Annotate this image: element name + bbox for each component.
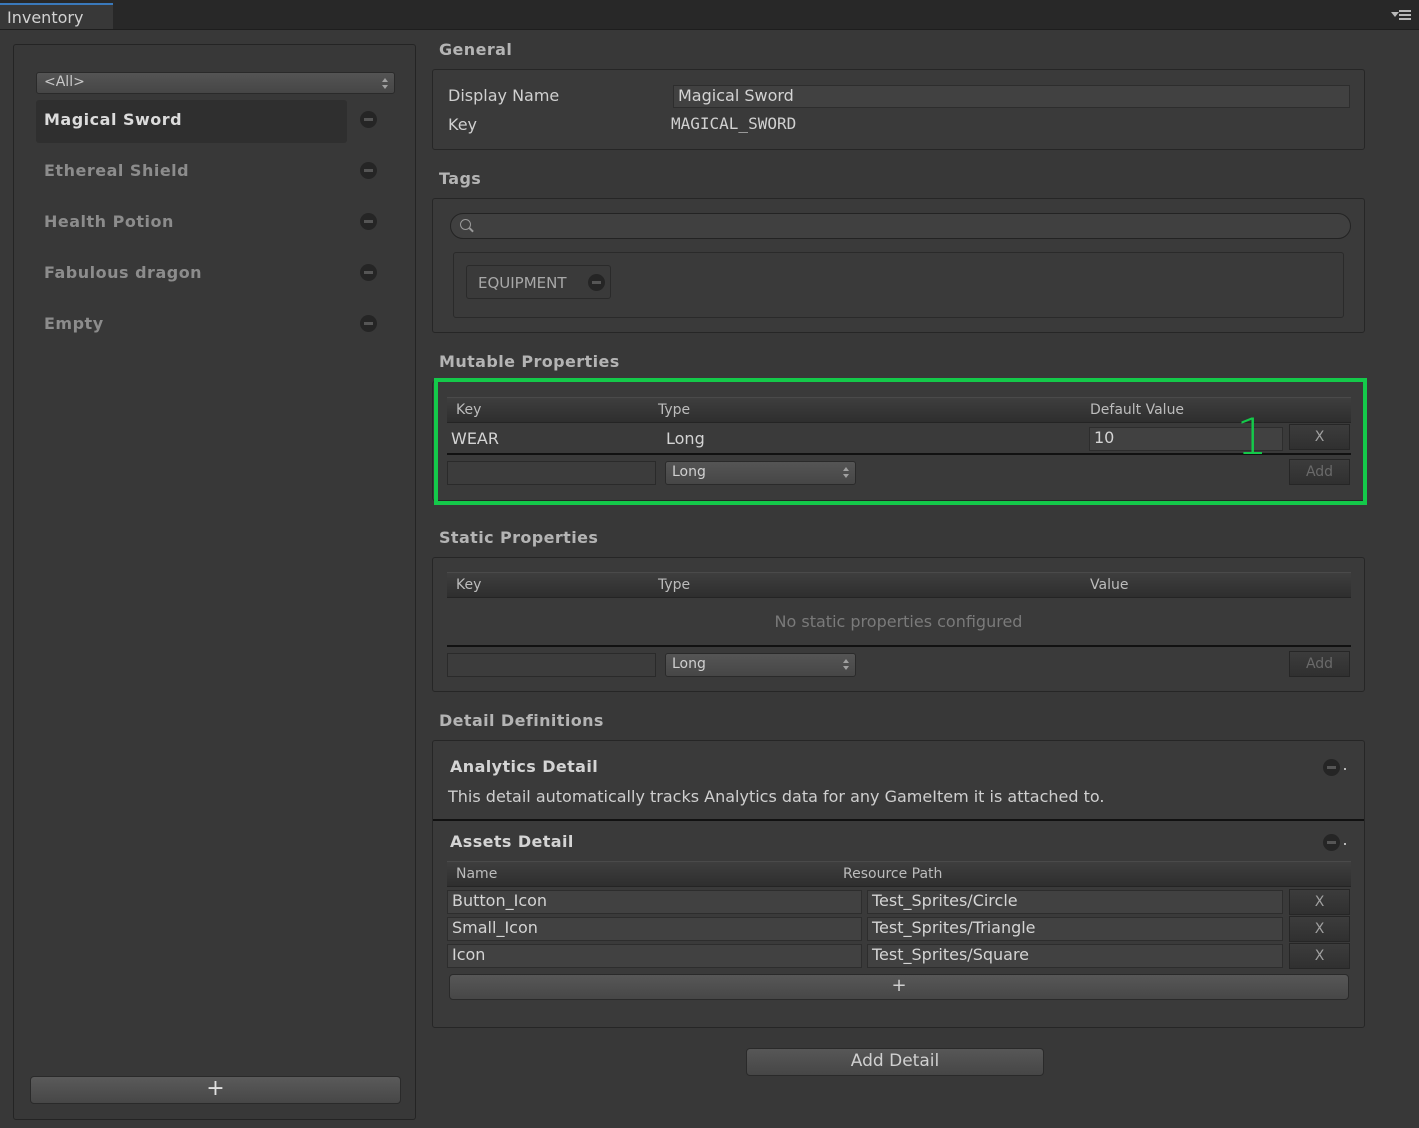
display-name-label: Display Name: [448, 86, 560, 105]
column-header-value: Value: [1090, 577, 1129, 593]
static-table-header: Key Type Value: [447, 572, 1351, 598]
assets-table-header: Name Resource Path: [447, 861, 1351, 887]
mutable-table-header: Key Type Default Value: [447, 397, 1351, 423]
list-item-label: Ethereal Shield: [44, 161, 190, 180]
details-section-title: Detail Definitions: [439, 711, 604, 730]
item-list-panel: <All> Magical Sword Ethereal Shield Heal…: [13, 44, 416, 1120]
new-property-key-input[interactable]: [447, 461, 656, 485]
add-mutable-property-button[interactable]: Add: [1289, 459, 1350, 485]
details-panel: Analytics Detail This detail automatical…: [432, 740, 1365, 1028]
mutable-panel: Key Type Default Value WEAR Long 10 X Lo…: [432, 381, 1365, 501]
remove-item-icon[interactable]: [360, 315, 377, 332]
asset-name-field[interactable]: Small_Icon: [447, 917, 862, 941]
static-panel: Key Type Value No static properties conf…: [432, 557, 1365, 692]
add-detail-button[interactable]: Add Detail: [746, 1048, 1044, 1076]
asset-name-field[interactable]: Button_Icon: [447, 890, 862, 914]
tag-search-input[interactable]: [450, 213, 1351, 239]
tag-chip-label: EQUIPMENT: [478, 274, 567, 292]
tags-panel: EQUIPMENT: [432, 198, 1365, 333]
column-header-name: Name: [456, 866, 498, 882]
tab-inventory[interactable]: Inventory: [0, 3, 113, 29]
mutable-row-key: WEAR: [451, 429, 499, 448]
window-titlebar: Inventory: [0, 0, 1419, 30]
list-item[interactable]: Fabulous dragon: [36, 253, 347, 296]
remove-item-icon[interactable]: [360, 264, 377, 281]
analytics-detail-description: This detail automatically tracks Analyti…: [448, 787, 1105, 806]
key-label: Key: [448, 115, 478, 134]
asset-path-field[interactable]: Test_Sprites/Circle: [867, 890, 1283, 914]
remove-tag-icon[interactable]: [588, 274, 605, 291]
remove-item-icon[interactable]: [360, 162, 377, 179]
hamburger-icon: [1399, 10, 1411, 20]
add-static-property-button[interactable]: Add: [1289, 651, 1350, 677]
updown-arrows-icon: [843, 467, 849, 478]
updown-arrows-icon: [843, 659, 849, 670]
dropdown-triangle-icon: [1391, 12, 1399, 17]
remove-asset-button[interactable]: X: [1289, 916, 1350, 942]
remove-item-icon[interactable]: [360, 213, 377, 230]
list-item-label: Empty: [44, 314, 104, 333]
column-header-type: Type: [658, 402, 691, 418]
add-item-button[interactable]: +: [30, 1076, 401, 1104]
new-property-type-dropdown[interactable]: Long: [665, 461, 856, 485]
tags-section-title: Tags: [439, 169, 482, 188]
remove-item-icon[interactable]: [360, 111, 377, 128]
tag-chip: EQUIPMENT: [466, 265, 611, 299]
mutable-section-title: Mutable Properties: [439, 352, 620, 371]
list-item[interactable]: Empty: [36, 304, 347, 347]
divider: [447, 645, 1351, 647]
column-header-key: Key: [456, 402, 482, 418]
general-panel: Display Name Magical Sword Key MAGICAL_S…: [432, 69, 1365, 150]
column-header-type: Type: [658, 577, 691, 593]
general-section-title: General: [439, 40, 513, 59]
remove-assets-detail-icon[interactable]: [1323, 834, 1340, 851]
dot-icon: [1344, 843, 1346, 845]
column-header-resource-path: Resource Path: [843, 866, 943, 882]
analytics-detail-title: Analytics Detail: [450, 757, 599, 776]
remove-property-button[interactable]: X: [1289, 424, 1350, 450]
asset-name-field[interactable]: Icon: [447, 944, 862, 968]
annotation-number: 1: [1236, 408, 1268, 466]
assets-detail-title: Assets Detail: [450, 832, 574, 851]
mutable-row-type: Long: [666, 429, 705, 448]
asset-path-field[interactable]: Test_Sprites/Square: [867, 944, 1283, 968]
divider: [433, 819, 1364, 821]
search-icon: [460, 219, 471, 230]
static-section-title: Static Properties: [439, 528, 599, 547]
list-item[interactable]: Health Potion: [36, 202, 347, 245]
new-static-key-input[interactable]: [447, 653, 656, 677]
remove-analytics-detail-icon[interactable]: [1323, 759, 1340, 776]
new-static-type-dropdown[interactable]: Long: [665, 653, 856, 677]
list-item-label: Health Potion: [44, 212, 174, 231]
new-static-type-value: Long: [672, 656, 706, 672]
column-header-default-value: Default Value: [1090, 402, 1185, 418]
add-asset-button[interactable]: +: [449, 974, 1349, 1000]
divider: [447, 453, 1351, 455]
list-item[interactable]: Ethereal Shield: [36, 151, 347, 194]
static-empty-message: No static properties configured: [774, 612, 1023, 631]
list-item-label: Magical Sword: [44, 110, 183, 129]
window-menu-icon[interactable]: [1391, 8, 1413, 22]
tag-filter-dropdown[interactable]: <All>: [36, 72, 395, 94]
remove-asset-button[interactable]: X: [1289, 889, 1350, 915]
updown-arrows-icon: [382, 78, 388, 89]
display-name-field[interactable]: Magical Sword: [673, 85, 1350, 108]
key-value: MAGICAL_SWORD: [671, 114, 797, 133]
list-item-label: Fabulous dragon: [44, 263, 203, 282]
asset-path-field[interactable]: Test_Sprites/Triangle: [867, 917, 1283, 941]
new-property-type-value: Long: [672, 464, 706, 480]
tag-list: EQUIPMENT: [453, 252, 1344, 318]
tab-inventory-label: Inventory: [7, 8, 84, 27]
remove-asset-button[interactable]: X: [1289, 943, 1350, 969]
column-header-key: Key: [456, 577, 482, 593]
tag-filter-value: <All>: [44, 74, 85, 90]
dot-icon: [1344, 768, 1346, 770]
list-item[interactable]: Magical Sword: [36, 100, 347, 143]
